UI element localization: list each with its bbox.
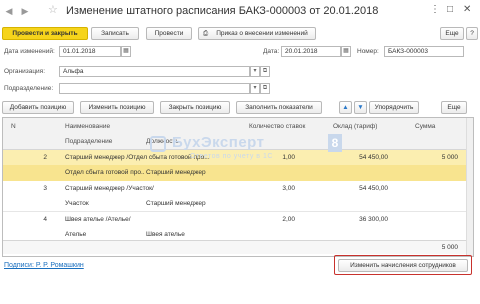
- save-button[interactable]: Записать: [91, 27, 139, 40]
- total-sum: 5 000: [441, 244, 458, 251]
- header-rates[interactable]: Количество ставок: [249, 122, 305, 131]
- printer-icon: ⎙: [203, 30, 209, 37]
- more-button-label: Еще: [445, 30, 459, 37]
- table-more-label: Еще: [447, 104, 461, 111]
- more-button[interactable]: Еще: [440, 27, 464, 40]
- row-department: Участок: [65, 200, 89, 207]
- maximize-icon[interactable]: □: [447, 4, 453, 16]
- header-name[interactable]: Наименование: [65, 122, 110, 131]
- header-sum[interactable]: Сумма: [415, 122, 435, 131]
- title-bar: ◀ ▶ ☆ Изменение штатного расписания БАКЗ…: [0, 0, 480, 22]
- edit-position-button[interactable]: Изменить позицию: [80, 101, 154, 114]
- fill-indicators-button[interactable]: Заполнить показатели: [236, 101, 322, 114]
- date-label: Дата:: [263, 48, 280, 55]
- arrow-down-icon[interactable]: ▼: [354, 101, 367, 114]
- window-title: Изменение штатного расписания БАКЗ-00000…: [66, 5, 379, 17]
- chevron-down-icon[interactable]: ▾: [250, 83, 260, 94]
- signatures-link[interactable]: Подписи: Р. Р. Ромашкин: [4, 261, 84, 270]
- row-salary: 54 450,00: [359, 185, 388, 192]
- row-n: 3: [43, 185, 47, 192]
- positions-table: N Наименование Подразделение Должность К…: [2, 117, 474, 257]
- table-more-button[interactable]: Еще: [441, 101, 467, 114]
- table-footer: 5 000: [3, 240, 473, 254]
- number-field[interactable]: БАКЗ-000003: [384, 46, 464, 57]
- row-name: Швея ателье /Ателье/: [65, 216, 131, 223]
- date-field[interactable]: 20.01.2018: [281, 46, 341, 57]
- row-name: Старший менеджер /Участок/: [65, 185, 154, 192]
- change-date-field[interactable]: 01.01.2018: [59, 46, 121, 57]
- row-department: Ателье: [65, 231, 87, 238]
- table-row[interactable]: 2 Старший менеджер /Отдел сбыта готовой …: [3, 150, 473, 181]
- row-position: Старший менеджер: [146, 200, 206, 207]
- calendar-icon[interactable]: ▦: [341, 46, 351, 57]
- star-icon[interactable]: ☆: [48, 5, 58, 16]
- more-icon[interactable]: ⋮: [430, 4, 440, 16]
- row-details: Участок Старший менеджер: [3, 196, 473, 212]
- department-label: Подразделение:: [4, 85, 54, 92]
- order-button-label: Приказ о внесении изменений: [216, 30, 308, 37]
- number-label: Номер:: [357, 48, 379, 55]
- arrow-right-icon[interactable]: ▶: [20, 6, 30, 16]
- header-position[interactable]: Должность: [146, 137, 179, 146]
- scrollbar[interactable]: [466, 118, 473, 256]
- change-date-label: Дата изменений:: [4, 48, 55, 55]
- open-icon[interactable]: ⧉: [260, 66, 270, 77]
- chevron-down-icon[interactable]: ▾: [250, 66, 260, 77]
- add-position-button[interactable]: Добавить позицию: [2, 101, 74, 114]
- row-sum: 5 000: [441, 154, 458, 161]
- open-icon[interactable]: ⧉: [260, 83, 270, 94]
- table-header: N Наименование Подразделение Должность К…: [3, 118, 473, 150]
- organization-field[interactable]: Альфа: [59, 66, 250, 77]
- row-rates: 2,00: [282, 216, 295, 223]
- calendar-icon[interactable]: ▦: [121, 46, 131, 57]
- row-details: Отдел сбыта готовой про... Старший менед…: [3, 165, 473, 181]
- change-accruals-button[interactable]: Изменить начисления сотрудников: [338, 259, 468, 272]
- table-row[interactable]: 4 Швея ателье /Ателье/ 2,00 36 300,00 Ат…: [3, 212, 473, 243]
- department-field[interactable]: [59, 83, 250, 94]
- row-salary: 36 300,00: [359, 216, 388, 223]
- sort-button[interactable]: Упорядочить: [369, 101, 419, 114]
- organization-label: Организация:: [4, 68, 46, 75]
- header-salary[interactable]: Оклад (тариф): [333, 122, 377, 131]
- row-department: Отдел сбыта готовой про...: [65, 169, 145, 176]
- header-department[interactable]: Подразделение: [65, 137, 112, 146]
- row-n: 4: [43, 216, 47, 223]
- table-row[interactable]: 3 Старший менеджер /Участок/ 3,00 54 450…: [3, 181, 473, 212]
- close-icon[interactable]: ✕: [463, 4, 471, 16]
- arrow-up-icon[interactable]: ▲: [339, 101, 352, 114]
- header-n[interactable]: N: [11, 122, 16, 131]
- row-rates: 3,00: [282, 185, 295, 192]
- row-rates: 1,00: [282, 154, 295, 161]
- row-name: Старший менеджер /Отдел сбыта готовой пр…: [65, 154, 210, 161]
- post-button[interactable]: Провести: [146, 27, 192, 40]
- row-salary: 54 450,00: [359, 154, 388, 161]
- order-button[interactable]: ⎙ Приказ о внесении изменений: [198, 27, 316, 40]
- row-position: Швея ателье: [146, 231, 185, 238]
- close-position-button[interactable]: Закрыть позицию: [160, 101, 230, 114]
- post-and-close-button[interactable]: Провести и закрыть: [2, 27, 88, 40]
- arrow-left-icon[interactable]: ◀: [4, 6, 14, 16]
- help-button[interactable]: ?: [466, 27, 478, 40]
- row-position: Старший менеджер: [146, 169, 206, 176]
- row-n: 2: [43, 154, 47, 161]
